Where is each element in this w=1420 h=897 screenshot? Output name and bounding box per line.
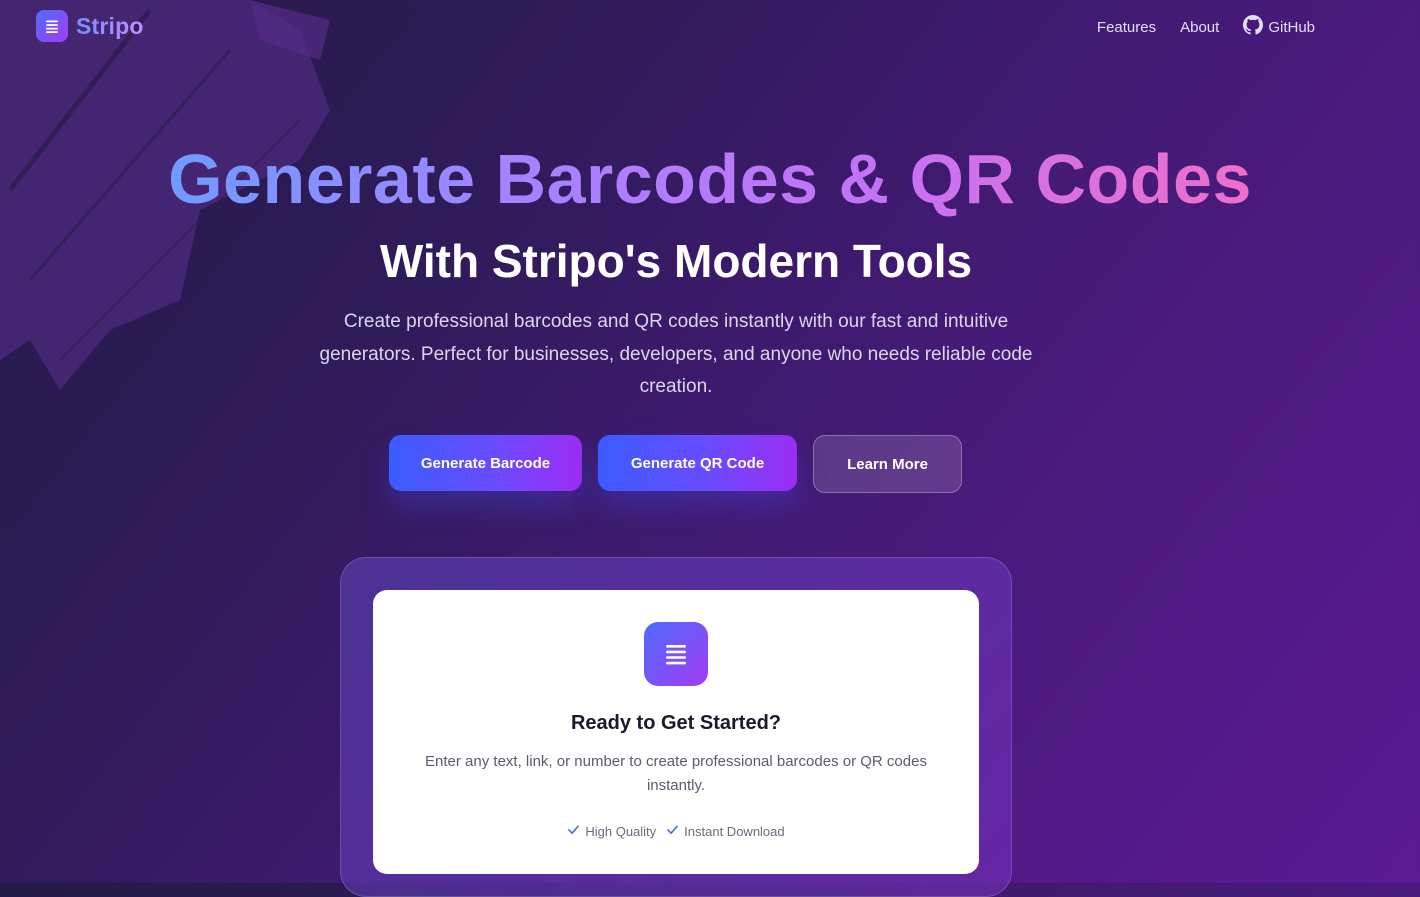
getting-started-card: Ready to Get Started? Enter any text, li… (373, 590, 979, 874)
menu-lines-icon (644, 622, 708, 686)
feature-instant-download: Instant Download (666, 823, 785, 839)
hero-title: Generate Barcodes & QR Codes (0, 136, 1420, 222)
brand-logo-link[interactable]: Stripo (36, 10, 144, 42)
feature-label: High Quality (585, 823, 657, 839)
nav-links: Features About GitHub (1097, 15, 1315, 39)
github-icon (1243, 15, 1264, 39)
generate-qr-code-button[interactable]: Generate QR Code (598, 435, 797, 491)
feature-list: High Quality Instant Download (373, 823, 979, 839)
card-title: Ready to Get Started? (570, 712, 782, 734)
hero-subtitle: With Stripo's Modern Tools (379, 235, 973, 287)
nav-link-label: Features (1096, 18, 1157, 36)
feature-high-quality: High Quality (567, 823, 656, 839)
hero-title-text: Generate Barcodes & QR Codes (168, 140, 1252, 218)
nav-link-label: About (1180, 18, 1220, 36)
check-icon (567, 823, 580, 839)
menu-lines-icon (36, 10, 68, 42)
nav-link-label: GitHub (1268, 18, 1315, 36)
check-icon (666, 823, 679, 839)
card-description: Enter any text, link, or number to creat… (425, 753, 927, 794)
hero-description: Create professional barcodes and QR code… (319, 311, 1033, 397)
brand-name: Stripo (76, 12, 144, 39)
feature-label: Instant Download (684, 823, 785, 839)
generate-barcode-button[interactable]: Generate Barcode (389, 435, 582, 491)
top-navigation: Stripo Features About GitHub (0, 0, 1420, 52)
nav-link-features[interactable]: Features (1097, 19, 1156, 36)
nav-link-github[interactable]: GitHub (1243, 15, 1315, 39)
learn-more-button[interactable]: Learn More (813, 435, 962, 493)
nav-link-about[interactable]: About (1180, 19, 1219, 36)
